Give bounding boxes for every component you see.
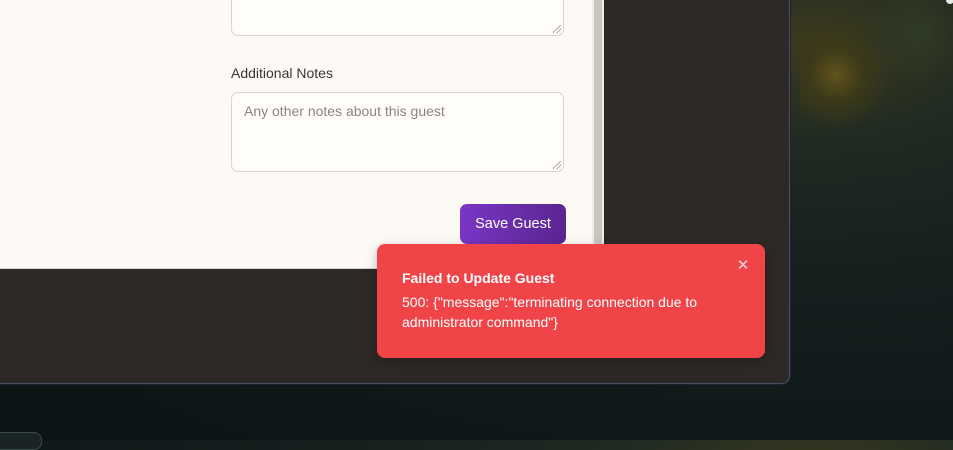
- notes-placeholder: Any other notes about this guest: [244, 103, 445, 119]
- desktop-wallpaper-foliage: [860, 0, 953, 80]
- notes-textarea[interactable]: Any other notes about this guest: [231, 92, 564, 172]
- toast-message: 500: {"message":"terminating connection …: [402, 294, 698, 330]
- status-dot-icon: [946, 0, 953, 4]
- edit-guest-modal: Additional Notes Any other notes about t…: [0, 0, 604, 269]
- previous-textarea[interactable]: [231, 0, 564, 36]
- notes-label: Additional Notes: [231, 65, 333, 81]
- toast-title: Failed to Update Guest: [402, 270, 555, 286]
- textarea-resize-handle[interactable]: [553, 25, 561, 33]
- modal-scrollbar-thumb[interactable]: [594, 0, 602, 244]
- textarea-resize-handle[interactable]: [553, 161, 561, 169]
- taskbar-badge[interactable]: [0, 432, 42, 450]
- error-toast: Failed to Update Guest 500: {"message":"…: [377, 244, 765, 358]
- modal-scroll-area: Additional Notes Any other notes about t…: [0, 0, 592, 268]
- close-icon[interactable]: ✕: [735, 257, 751, 273]
- save-guest-button[interactable]: Save Guest: [460, 204, 566, 244]
